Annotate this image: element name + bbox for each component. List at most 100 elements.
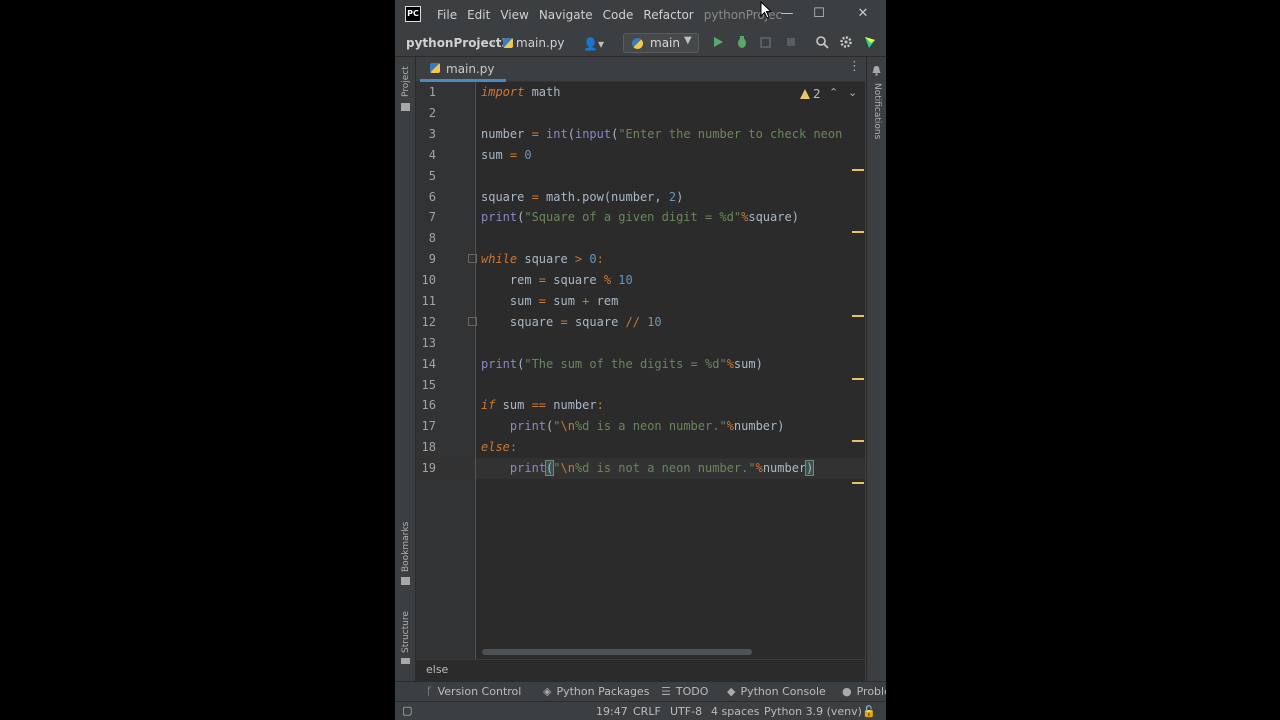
- version-control-tool-button[interactable]: ᚴ Version Control: [426, 685, 521, 698]
- python-packages-tool-button[interactable]: ◈ Python Packages: [543, 685, 649, 698]
- notifications-tool-button[interactable]: Notifications: [872, 83, 882, 139]
- code-line-14: print("The sum of the digits = %d"%sum): [481, 357, 763, 371]
- warning-count: 2: [813, 87, 821, 101]
- breadcrumb-file[interactable]: main.py: [503, 36, 565, 50]
- code-line-4: sum = 0: [481, 148, 532, 162]
- folder-icon: [401, 103, 410, 111]
- run-configuration-select[interactable]: main ▼: [623, 33, 699, 53]
- line-number: 7: [428, 210, 436, 224]
- python-packages-label: Python Packages: [556, 685, 650, 698]
- user-account-icon[interactable]: 👤▾: [583, 37, 604, 51]
- code-line-12: square = square // 10: [481, 315, 662, 329]
- fold-marker-icon[interactable]: [468, 254, 477, 263]
- next-highlight-icon[interactable]: ⌄: [848, 86, 857, 99]
- line-number: 1: [428, 85, 436, 99]
- menu-code[interactable]: Code: [603, 8, 634, 22]
- chevron-down-icon: ▼: [684, 35, 692, 46]
- code-line-11: sum = sum + rem: [481, 294, 619, 308]
- version-control-label: Version Control: [437, 685, 522, 698]
- line-number: 16: [421, 398, 436, 412]
- minimize-button[interactable]: —: [779, 6, 795, 22]
- line-number: 8: [428, 231, 436, 245]
- breadcrumb-else[interactable]: else: [426, 663, 448, 676]
- menu-view[interactable]: View: [500, 8, 528, 22]
- python-console-tool-button[interactable]: ◆ Python Console: [727, 685, 826, 698]
- line-number: 4: [428, 148, 436, 162]
- run-icon[interactable]: [711, 35, 725, 49]
- navigation-bar: pythonProject3 › main.py 👤▾ main ▼: [395, 29, 886, 57]
- code-line-3: number = int(input("Enter the number to …: [481, 127, 843, 141]
- more-options-icon[interactable]: ⋮: [848, 59, 861, 74]
- problems-label: Proble: [856, 685, 886, 698]
- line-number: 2: [428, 106, 436, 120]
- line-number: 6: [428, 190, 436, 204]
- menu-edit[interactable]: Edit: [467, 8, 490, 22]
- todo-tool-button[interactable]: ☰ TODO: [661, 685, 708, 698]
- code-line-7: print("Square of a given digit = %d"%squ…: [481, 210, 799, 224]
- git-branch-icon: ᚴ: [426, 685, 433, 698]
- info-icon: ●: [842, 685, 852, 698]
- menu-refactor[interactable]: Refactor: [643, 8, 693, 22]
- project-tool-button[interactable]: Project: [401, 66, 411, 97]
- python-console-icon: ◆: [727, 685, 736, 698]
- scrollbar-warning-marker[interactable]: [852, 378, 864, 380]
- line-number: 15: [421, 378, 436, 392]
- lock-icon[interactable]: 🔓: [862, 705, 876, 718]
- main-menu: File Edit View Navigate Code Refactor py…: [437, 0, 782, 29]
- indent-setting[interactable]: 4 spaces: [711, 705, 760, 718]
- stop-icon[interactable]: [784, 35, 798, 49]
- fold-end-marker-icon[interactable]: [468, 317, 477, 326]
- editor-tab-bar: main.py ⋮: [416, 57, 865, 82]
- line-number: 14: [421, 357, 436, 371]
- caret-position[interactable]: 19:47: [596, 705, 628, 718]
- line-separator[interactable]: CRLF: [633, 705, 661, 718]
- python-file-icon: [430, 63, 440, 73]
- scrollbar-warning-marker[interactable]: [852, 440, 864, 442]
- debug-icon[interactable]: [735, 35, 749, 49]
- code-line-10: rem = square % 10: [481, 273, 633, 287]
- breadcrumb-separator-icon: ›: [491, 35, 496, 49]
- gear-icon[interactable]: [839, 35, 853, 49]
- bookmarks-tool-button[interactable]: Bookmarks: [401, 522, 411, 572]
- code-line-18: else:: [481, 440, 518, 454]
- python-config-icon: [632, 38, 643, 49]
- bell-icon[interactable]: [871, 65, 882, 76]
- menu-navigate[interactable]: Navigate: [539, 8, 593, 22]
- maximize-button[interactable]: ☐: [811, 6, 827, 22]
- menu-file[interactable]: File: [437, 8, 457, 22]
- horizontal-scrollbar[interactable]: [482, 649, 752, 655]
- warning-icon: [800, 89, 810, 99]
- tab-label: main.py: [446, 62, 495, 76]
- layers-icon: ◈: [543, 685, 552, 698]
- line-number: 12: [421, 315, 436, 329]
- right-tool-strip: Notifications: [866, 57, 886, 699]
- previous-highlight-icon[interactable]: ⌃: [829, 86, 838, 99]
- close-window-button[interactable]: ✕: [855, 6, 871, 22]
- problems-tool-button[interactable]: ● Proble: [842, 685, 886, 698]
- list-icon: ☰: [661, 685, 671, 698]
- code-editor[interactable]: 1 2 3 4 5 6 7 8 9 10 11 12 13 14 15 16 1…: [416, 82, 865, 659]
- code-line-19: print("\n%d is not a neon number."%numbe…: [509, 460, 815, 476]
- search-icon[interactable]: [815, 35, 829, 49]
- gutter-divider: [475, 82, 476, 659]
- layout-toggle-icon[interactable]: ▢: [402, 704, 412, 717]
- coverage-icon[interactable]: [759, 35, 773, 49]
- left-tool-strip: Project Bookmarks Structure: [395, 57, 416, 699]
- scrollbar-warning-marker[interactable]: [852, 231, 864, 233]
- file-encoding[interactable]: UTF-8: [670, 705, 702, 718]
- scrollbar-warning-marker[interactable]: [852, 169, 864, 171]
- jetbrains-toolbox-icon[interactable]: [863, 35, 877, 49]
- line-number: 17: [421, 419, 436, 433]
- structure-tool-button[interactable]: Structure: [401, 611, 411, 653]
- title-bar: PC File Edit View Navigate Code Refactor…: [395, 0, 886, 29]
- inspection-widget[interactable]: 2: [800, 87, 821, 101]
- scrollbar-warning-marker[interactable]: [852, 482, 864, 484]
- line-number: 5: [428, 169, 436, 183]
- line-number: 9: [428, 252, 436, 266]
- editor-breadcrumb: else: [416, 659, 865, 681]
- scrollbar-warning-marker[interactable]: [852, 315, 864, 317]
- python-interpreter[interactable]: Python 3.9 (venv): [764, 705, 862, 718]
- todo-label: TODO: [675, 685, 709, 698]
- tab-main-py[interactable]: main.py: [420, 57, 506, 82]
- line-number: 3: [428, 127, 436, 141]
